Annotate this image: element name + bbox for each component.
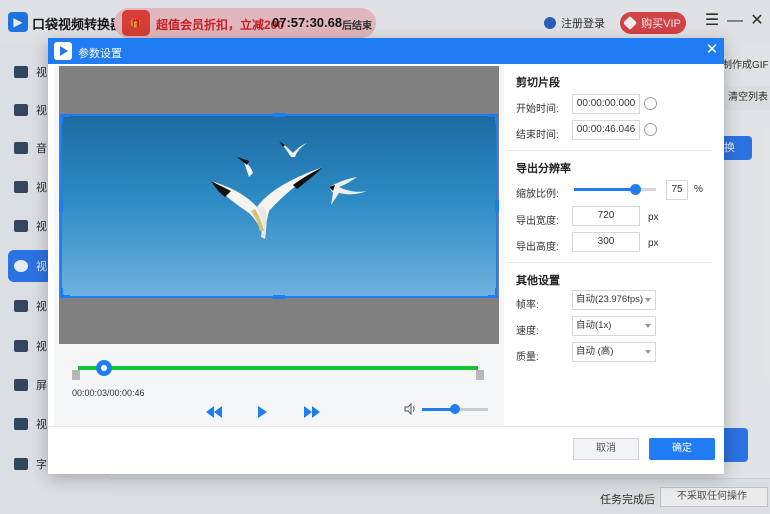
scale-unit: % [694,184,703,195]
speed-value: 自动(1x) [576,320,612,331]
scale-fill [574,188,636,191]
fps-label: 帧率: [516,300,539,311]
fast-forward-icon[interactable] [304,404,322,420]
width-input[interactable]: 720 [572,206,640,226]
scale-knob[interactable] [629,184,641,195]
playback-time: 00:00:03/00:00:46 [72,388,145,398]
reset-end-icon[interactable] [644,123,657,136]
speed-select[interactable]: 自动(1x) [572,316,656,336]
trim-timeline[interactable] [70,360,484,384]
cancel-button[interactable]: 取消 [573,438,639,460]
fps-value: 自动(23.976fps) [576,294,644,305]
crop-handle-left[interactable] [59,200,63,212]
settings-panel: 剪切片段 开始时间: 00:00:00.000 结束时间: 00:00:46.0… [506,66,712,426]
start-time-input[interactable]: 00:00:00.000 [572,94,640,114]
scale-label: 缩放比例: [516,189,559,200]
video-preview [59,66,499,344]
crop-handle-top-left[interactable] [60,114,70,124]
quality-label: 质量: [516,352,539,363]
chevron-down-icon [645,298,651,302]
quality-select[interactable]: 自动 (高) [572,342,656,362]
trim-end-handle[interactable] [476,370,484,380]
width-label: 导出宽度: [516,216,559,227]
resolution-section-title: 导出分辨率 [516,163,571,175]
crop-handle-bottom-left[interactable] [60,288,70,298]
crop-frame[interactable] [60,114,498,298]
preview-panel: 00:00:03/00:00:46 [54,66,504,426]
crop-handle-top[interactable] [273,113,285,117]
end-time-label: 结束时间: [516,130,559,141]
height-unit: px [648,238,659,249]
width-unit: px [648,212,659,223]
fps-select[interactable]: 自动(23.976fps) [572,290,656,310]
speed-label: 速度: [516,326,539,337]
play-icon[interactable] [258,404,268,420]
dialog-close-icon[interactable]: ✕ [704,42,720,58]
trim-range-track[interactable] [78,366,478,370]
divider [506,150,712,151]
reset-start-icon[interactable] [644,97,657,110]
rewind-icon[interactable] [206,404,224,420]
start-time-label: 开始时间: [516,104,559,115]
scale-slider[interactable] [574,188,656,191]
chevron-down-icon [645,350,651,354]
crop-handle-right[interactable] [495,200,499,212]
end-time-input[interactable]: 00:00:46.046 [572,120,640,140]
scale-input[interactable]: 75 [666,180,688,200]
settings-dialog: 参数设置 ✕ 00:00:03/00:00:46 剪切片段 开始时间: 00:0… [48,38,724,474]
quality-value: 自动 (高) [576,346,614,357]
dialog-header: 参数设置 ✕ [48,38,724,64]
trim-section-title: 剪切片段 [516,77,560,89]
playhead-knob[interactable] [96,360,112,376]
height-input[interactable]: 300 [572,232,640,252]
volume-icon[interactable] [404,403,416,415]
volume-knob[interactable] [450,404,460,414]
other-section-title: 其他设置 [516,275,560,287]
crop-handle-top-right[interactable] [488,114,498,124]
chevron-down-icon [645,324,651,328]
crop-handle-bottom[interactable] [273,295,285,299]
dialog-title: 参数设置 [78,48,122,60]
confirm-button[interactable]: 确定 [649,438,715,460]
height-label: 导出高度: [516,242,559,253]
divider [506,262,712,263]
footer-divider [48,426,724,427]
dialog-logo-icon [54,42,72,60]
crop-handle-bottom-right[interactable] [488,288,498,298]
trim-start-handle[interactable] [72,370,80,380]
